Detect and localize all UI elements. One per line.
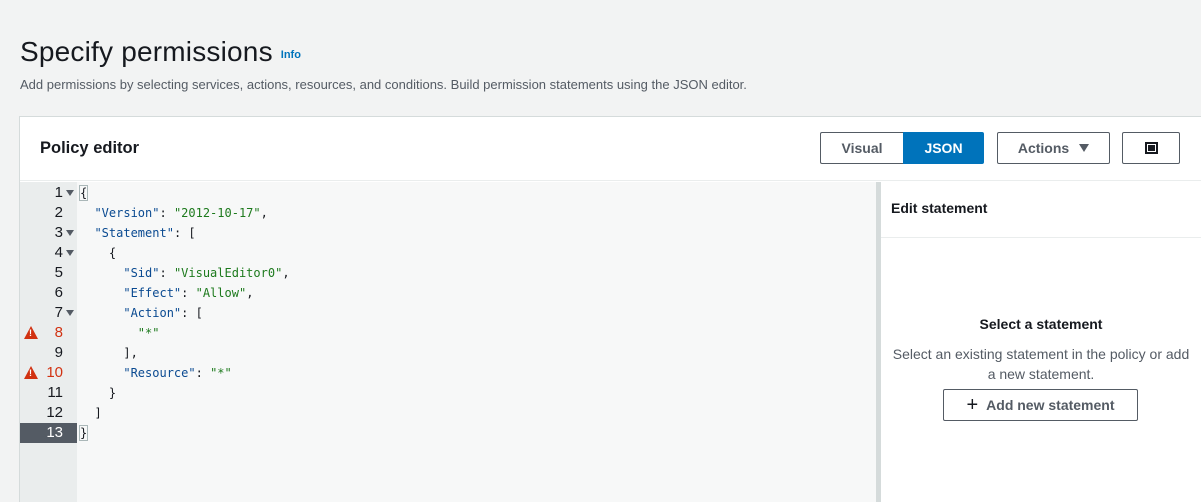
code-text: "Action": [ — [123, 306, 203, 320]
policy-editor-panel: Policy editor Visual JSON Actions 1{2 "V… — [19, 116, 1201, 502]
code-text: "*" — [137, 326, 160, 340]
line-number: 6 — [54, 284, 63, 301]
policy-editor-header: Policy editor Visual JSON Actions — [20, 117, 1201, 181]
actions-label: Actions — [1017, 140, 1070, 156]
edit-statement-title: Edit statement — [891, 200, 988, 216]
fold-arrow-icon[interactable] — [66, 230, 74, 236]
line-number: 9 — [54, 344, 63, 361]
code-text: } — [80, 386, 117, 400]
code-line: 5 "Sid": "VisualEditor0", — [20, 263, 877, 283]
actions-dropdown-button[interactable]: Actions — [997, 132, 1110, 164]
code-line: 9 ], — [20, 343, 877, 363]
code-text: { — [78, 185, 89, 201]
code-text: "Statement": [ — [94, 226, 196, 240]
code-line: 1{ — [20, 183, 877, 203]
warning-icon[interactable] — [24, 326, 38, 339]
code-text: } — [78, 425, 89, 441]
code-line: 13} — [20, 423, 877, 443]
code-line: 6 "Effect": "Allow", — [20, 283, 877, 303]
code-text: "Resource": "*" — [123, 366, 232, 380]
fold-arrow-icon[interactable] — [66, 190, 74, 196]
line-number: 11 — [47, 384, 63, 401]
add-new-statement-button[interactable]: + Add new statement — [943, 389, 1138, 421]
page-header: Specify permissions Info — [20, 36, 301, 68]
visual-mode-button[interactable]: Visual — [820, 132, 903, 164]
add-new-statement-label: Add new statement — [986, 397, 1115, 413]
line-number: 12 — [46, 404, 63, 421]
fullscreen-icon — [1144, 142, 1158, 154]
code-line: 8 "*" — [20, 323, 877, 343]
warning-icon[interactable] — [24, 366, 38, 379]
empty-state-heading: Select a statement — [979, 316, 1103, 332]
code-text: "Effect": "Allow", — [123, 286, 254, 300]
code-line: 12 ] — [20, 403, 877, 423]
caret-down-icon — [1079, 144, 1090, 152]
json-mode-button[interactable]: JSON — [903, 132, 984, 164]
code-text: ], — [80, 346, 138, 360]
code-text: "Sid": "VisualEditor0", — [123, 266, 290, 280]
code-text: { — [80, 246, 117, 260]
code-line: 10 "Resource": "*" — [20, 363, 877, 383]
line-number: 13 — [20, 423, 77, 443]
code-line: 3 "Statement": [ — [20, 223, 877, 243]
code-line: 2 "Version": "2012-10-17", — [20, 203, 877, 223]
plus-icon: + — [966, 394, 979, 416]
fold-arrow-icon[interactable] — [66, 310, 74, 316]
divider — [881, 237, 1201, 238]
fullscreen-button[interactable] — [1122, 132, 1180, 164]
empty-state-text: Select an existing statement in the poli… — [892, 346, 1190, 382]
policy-editor-title: Policy editor — [40, 139, 140, 157]
code-text: "Version": "2012-10-17", — [94, 206, 268, 220]
code-line: 11 } — [20, 383, 877, 403]
code-text: ] — [80, 406, 102, 420]
page-description: Add permissions by selecting services, a… — [20, 77, 747, 92]
fold-arrow-icon[interactable] — [66, 250, 74, 256]
code-line: 7 "Action": [ — [20, 303, 877, 323]
info-link[interactable]: Info — [281, 49, 301, 61]
code-line: 4 { — [20, 243, 877, 263]
line-number: 5 — [54, 264, 63, 281]
page-title: Specify permissions — [20, 36, 273, 67]
edit-statement-panel: Edit statement Select a statement Select… — [881, 182, 1201, 502]
line-number: 2 — [54, 204, 63, 221]
